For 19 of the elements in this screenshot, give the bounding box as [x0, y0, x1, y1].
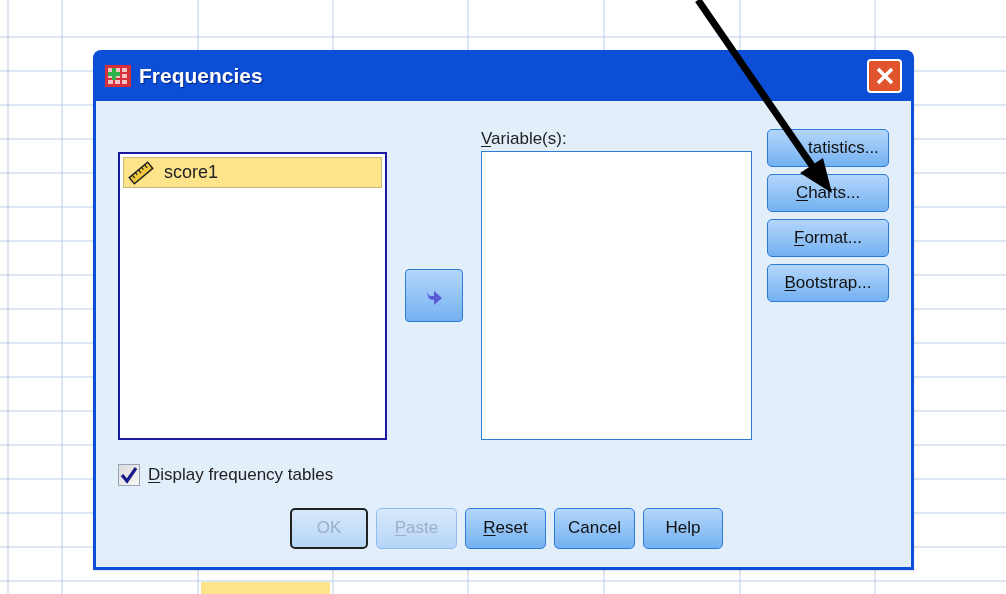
dialog-button[interactable]: Bootstrap... — [767, 264, 889, 302]
dialog-button[interactable]: Reset — [465, 507, 546, 549]
variable-name: score1 — [164, 161, 219, 184]
close-button[interactable] — [867, 58, 902, 93]
variable-item[interactable]: score1 — [123, 157, 383, 188]
dialog-button[interactable]: tatistics... — [767, 129, 889, 167]
source-variable-list[interactable]: score1 — [118, 152, 388, 440]
close-icon — [875, 66, 894, 85]
check-icon — [120, 465, 138, 484]
checkbox-label: Display frequency tables — [148, 464, 334, 486]
dialog-button[interactable]: Help — [643, 507, 723, 549]
checkbox[interactable] — [118, 463, 140, 486]
variables-label: Variable(s): — [481, 129, 568, 150]
move-right-button[interactable] — [405, 269, 463, 322]
dialog-button[interactable]: Charts... — [767, 174, 889, 212]
data-grid-icon — [105, 64, 131, 87]
dialog-button[interactable]: Format... — [767, 219, 889, 257]
window-title: Frequencies — [139, 62, 263, 89]
dialog-button[interactable]: Cancel — [554, 507, 635, 549]
